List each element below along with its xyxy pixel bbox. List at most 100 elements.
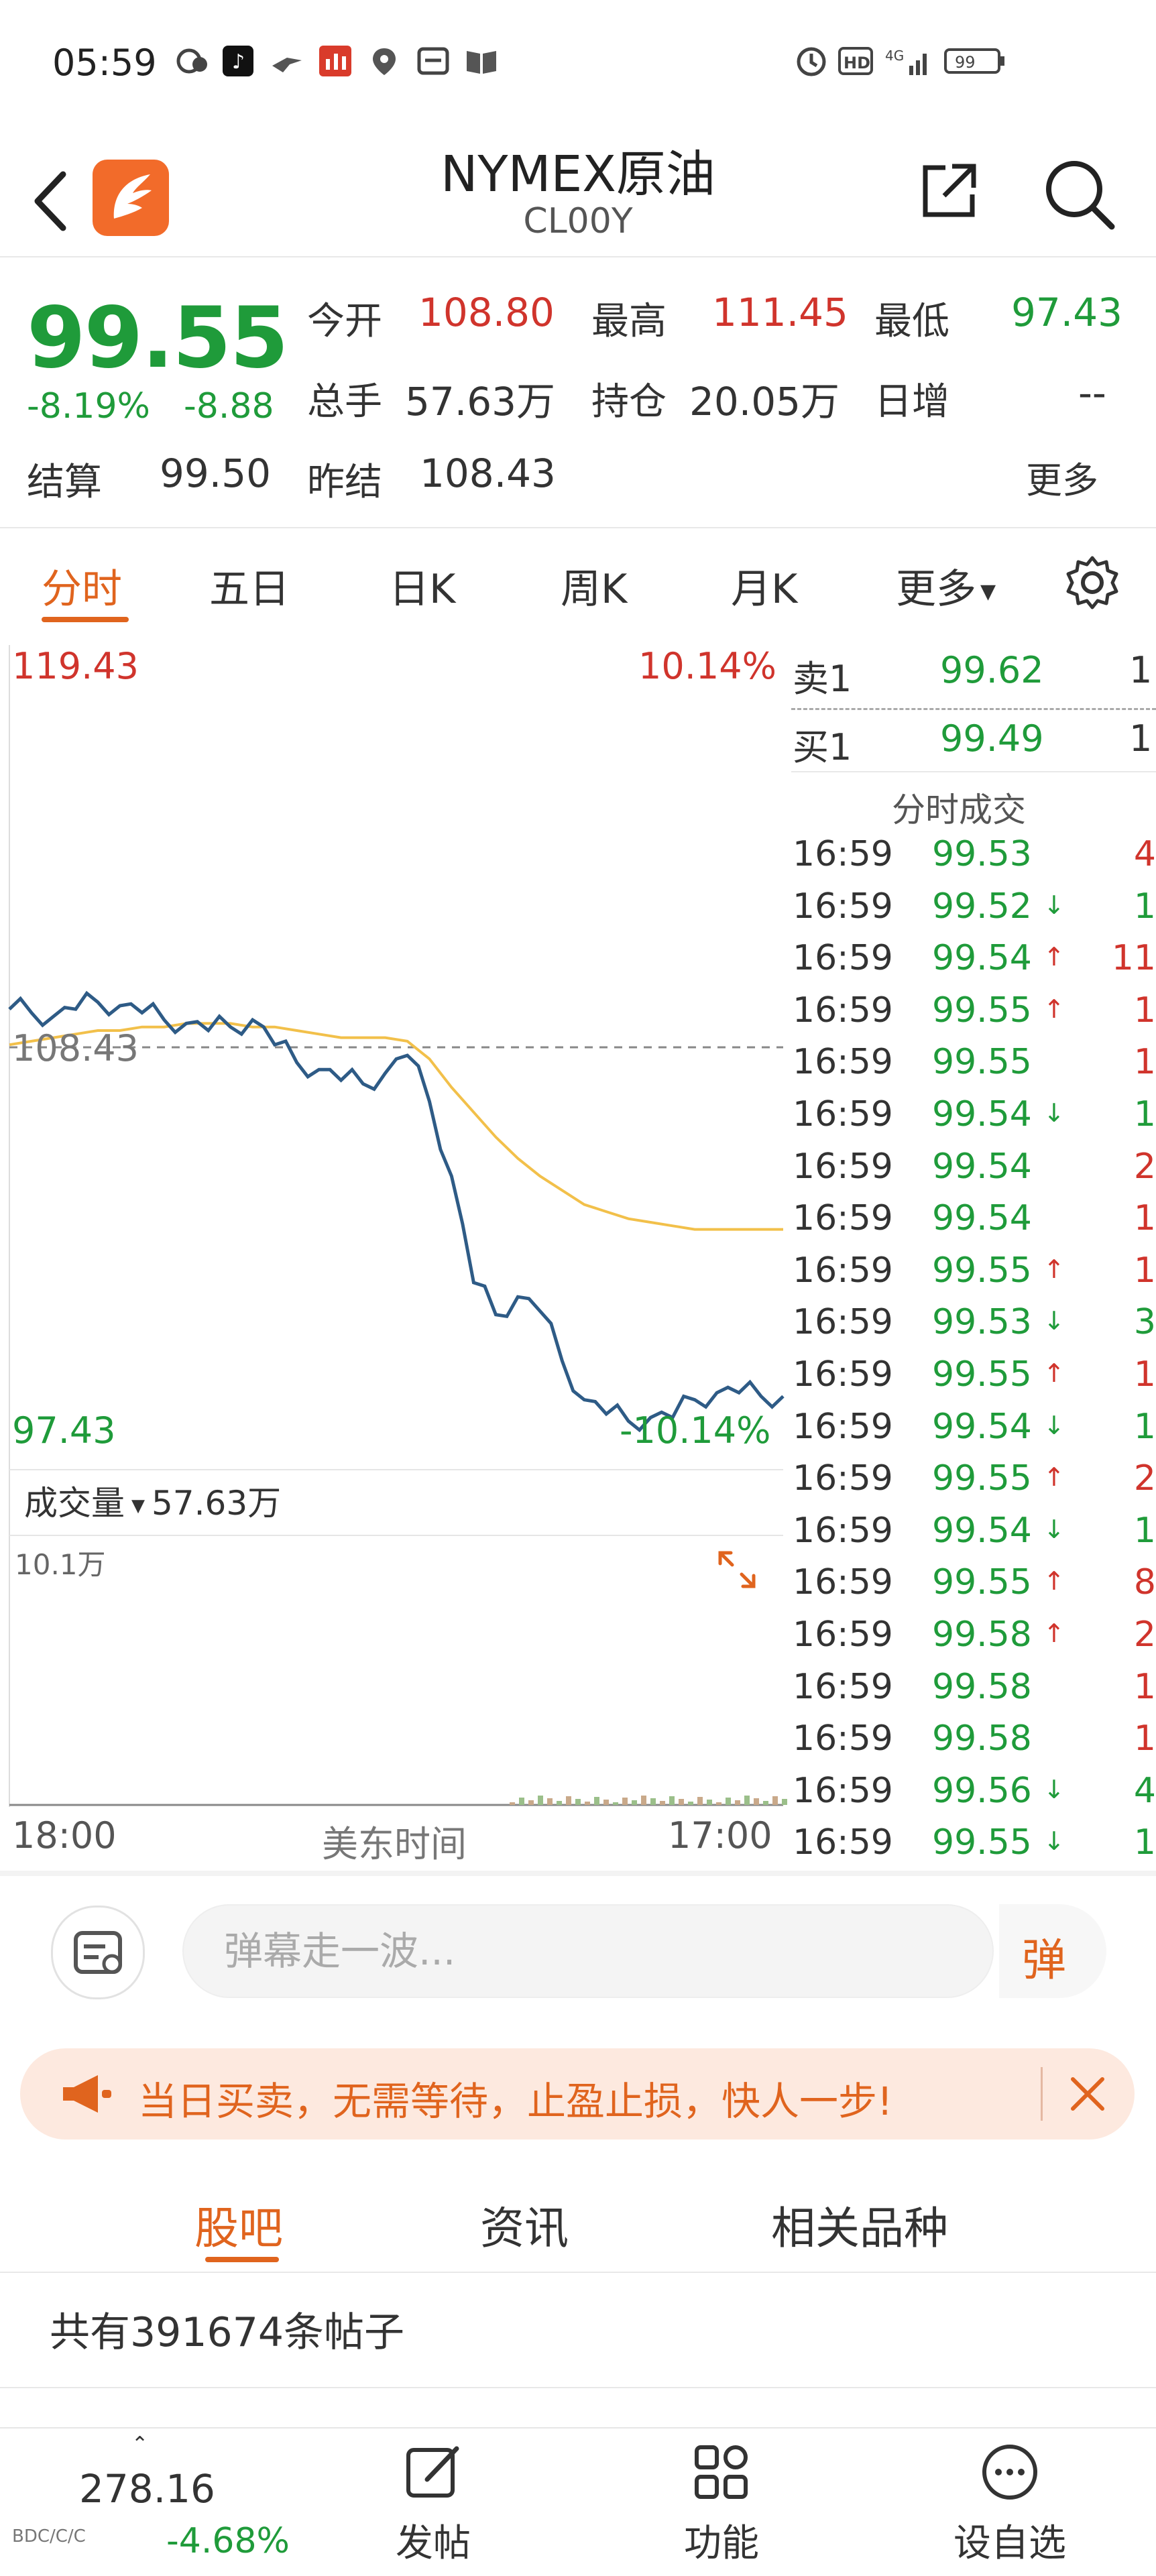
expand-icon[interactable] [711,1543,763,1596]
volume-bar [519,1798,524,1805]
dropdown-icon: ▼ [131,1495,145,1516]
trade-price: 99.55 [932,1354,1032,1395]
trade-time: 16:59 [793,1042,893,1083]
more-icon [982,2445,1037,2500]
volume-bar [528,1800,534,1805]
trade-price: 99.58 [932,1615,1032,1655]
trade-time: 16:59 [793,1822,893,1863]
tab-five-day[interactable]: 五日 [209,557,290,615]
arrow-down-icon: ↓ [1043,1410,1065,1440]
edit-icon [406,2446,459,2498]
volume-max-label: 10.1万 [15,1548,106,1581]
tab-more[interactable]: 更多 ▼ [896,557,996,615]
trade-price: 99.58 [932,1666,1032,1707]
arrow-down-icon: ↓ [1043,890,1065,920]
trade-time: 16:59 [793,1458,893,1499]
hd-icon: HD [838,47,873,75]
trade-price: 99.54 [932,1094,1032,1134]
trade-qty: 2 [1133,1458,1156,1499]
arrow-up-icon: ↑ [1043,942,1065,972]
tab-weekly-k[interactable]: 周K [561,557,627,615]
arrow-up-icon: ↑ [1043,1462,1065,1492]
trade-price: 99.54 [932,1510,1032,1551]
bid-price: 99.49 [940,717,1044,760]
bid-row: 买1 99.49 1 [791,717,1156,768]
high-label: 最高 [591,300,667,343]
trade-row: 16:59 99.55 ↑ 2 [791,1458,1156,1510]
top-header: NYMEX原油 CL00Y [0,127,1156,255]
nav-functions[interactable]: 功能 [654,2442,789,2567]
trade-row: 16:59 99.52 ↓ 1 [791,886,1156,938]
price-chart-svg [8,645,787,1807]
trade-row: 16:59 99.54 ↓ 1 [791,1407,1156,1458]
trade-qty: 1 [1133,1094,1156,1134]
arrow-up-icon: ↑ [1043,1566,1065,1596]
more-stats-link[interactable]: 更多 [1026,451,1098,504]
trade-time: 16:59 [793,1250,893,1291]
svg-text:4G: 4G [885,48,904,64]
intraday-chart[interactable]: 119.43 10.14% 108.43 97.43 -10.14% 成交量 ▼ 5… [0,637,791,1871]
prev-settle-label: 昨结 [307,461,382,504]
trade-time: 16:59 [793,834,893,874]
open-label: 今开 [307,300,382,343]
volume-bar [547,1798,553,1805]
trade-time: 16:59 [793,1198,893,1239]
trades-title: 分时成交 [892,791,1026,829]
tab-intraday[interactable]: 分时 [42,557,122,615]
prev-settle-value: 108.43 [420,451,556,496]
volume-total: 57.63万 [152,1484,282,1523]
share-icon[interactable] [912,154,986,228]
low-value: 97.43 [1011,290,1123,335]
tab-related-products[interactable]: 相关品种 [771,2192,948,2257]
trade-time: 16:59 [793,1562,893,1603]
trade-qty: 2 [1133,1146,1156,1187]
volume-bar [735,1800,740,1805]
volume-value: 57.63万 [405,379,556,424]
tab-news[interactable]: 资讯 [480,2192,569,2257]
trade-price: 99.55 [932,1562,1032,1603]
trade-qty: 1 [1133,1718,1156,1759]
quote-panel: 99.55 -8.19% -8.88 今开 108.80 最高 111.45 最… [0,261,1156,523]
danmaku-input[interactable]: 弹幕走一波... [182,1904,994,1998]
svg-text:HD: HD [844,54,870,72]
change-value: -8.88 [184,386,274,426]
trade-qty: 1 [1133,1250,1156,1291]
nav-post[interactable]: 发帖 [366,2442,500,2567]
nav-post-label: 发帖 [396,2522,471,2565]
index-name-label: BDC/C/C [12,2526,86,2546]
promo-banner[interactable]: 当日买卖，无需等待，止盈止损，快人一步! [20,2048,1135,2140]
trade-qty: 4 [1133,1770,1156,1811]
nav-add-watchlist[interactable]: 设自选 [943,2442,1077,2567]
arrow-up-icon: ↑ [1043,1619,1065,1648]
danmaku-bar: 弹幕走一波... 弹 [0,1877,1156,2011]
close-icon[interactable] [1062,2068,1113,2119]
tab-daily-k[interactable]: 日K [389,557,455,615]
time-end-label: 17:00 [668,1814,772,1857]
danmaku-send-button[interactable]: 弹 [999,1904,1106,1998]
trade-time: 16:59 [793,1302,893,1343]
volume-indicator-selector[interactable]: 成交量 ▼ 57.63万 [24,1476,281,1525]
trade-row: 16:59 99.55 ↑ 1 [791,1250,1156,1302]
trade-time: 16:59 [793,1770,893,1811]
volume-bar [622,1798,628,1805]
volume-bar [679,1799,684,1805]
change-percent: -8.19% [27,386,150,426]
danmaku-icon [74,1931,122,1974]
settings-gear-icon[interactable] [1063,554,1121,611]
trade-row: 16:59 99.55 ↑ 1 [791,990,1156,1042]
trade-price: 99.52 [932,886,1032,927]
trade-qty: 1 [1133,886,1156,927]
volume-bar [744,1796,750,1805]
megaphone-icon [63,2075,111,2113]
grid-icon [695,2445,748,2499]
tab-monthly-k[interactable]: 月K [731,557,797,615]
index-ticker[interactable]: ⌃ 278.16 BDC/C/C -4.68% [0,2428,290,2576]
trade-qty: 3 [1133,1302,1156,1343]
danmaku-toggle-button[interactable] [51,1906,145,1999]
subtab-indicator [205,2257,279,2262]
ask-row: 卖1 99.62 1 [791,649,1156,700]
tab-forum[interactable]: 股吧 [194,2192,283,2257]
trade-qty: 1 [1133,1354,1156,1395]
trade-price: 99.54 [932,1198,1032,1239]
search-icon[interactable] [1039,154,1120,235]
